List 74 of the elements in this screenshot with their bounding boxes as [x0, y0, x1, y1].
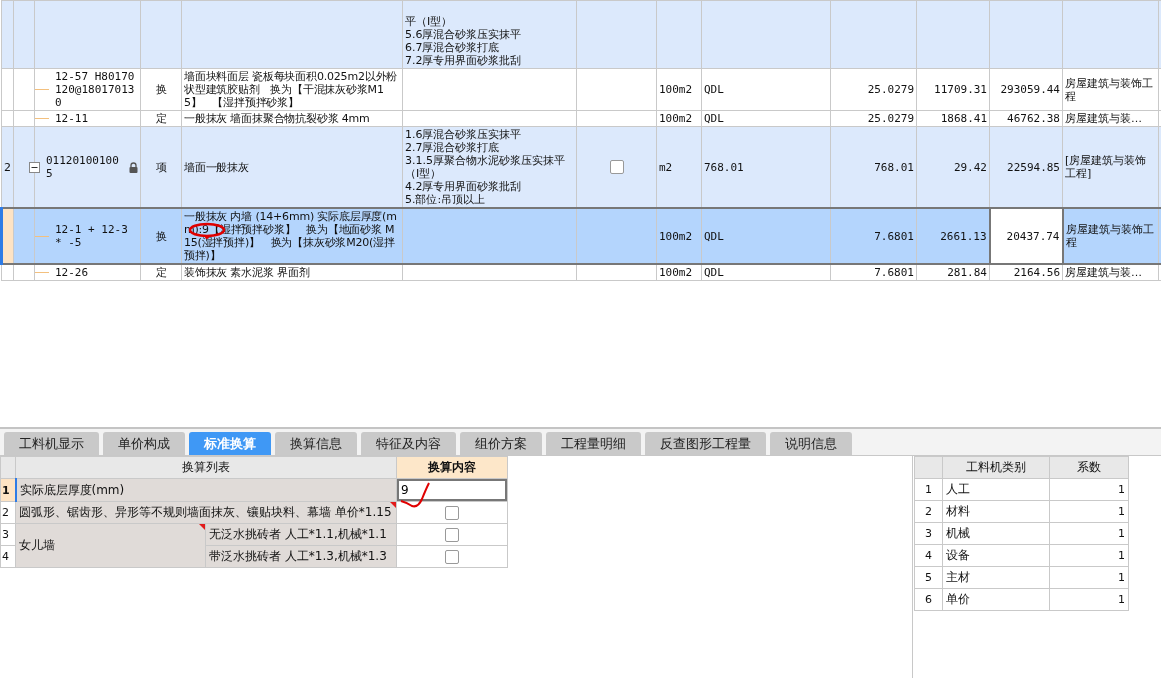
- item-code: 12-1 + 12-3 * -5: [34, 208, 141, 264]
- column-header: 换算内容: [396, 456, 508, 479]
- category-name: 单价: [942, 588, 1050, 611]
- quantity-expression: QDL: [701, 68, 831, 111]
- tab[interactable]: 说明信息: [770, 432, 852, 455]
- coefficient: 1: [1049, 544, 1129, 567]
- unit: 100m2: [656, 68, 702, 111]
- specialty: 房屋建筑与装饰工程: [1062, 208, 1159, 264]
- item-name: 墙面块料面层 瓷板每块面积0.025m2以外粉状型建筑胶贴剂 换为【干混抹灰砂浆M15】 【湿拌预拌砂浆】: [181, 68, 403, 111]
- tab[interactable]: 反查图形工程量: [645, 432, 766, 455]
- category-name: 设备: [942, 544, 1050, 567]
- coefficient: 1: [1049, 566, 1129, 589]
- tab[interactable]: 换算信息: [275, 432, 357, 455]
- row-label: 实际底层厚度(mm): [15, 478, 397, 502]
- category-name: 材料: [942, 500, 1050, 523]
- tab[interactable]: 特征及内容: [361, 432, 456, 455]
- row-number: 2: [1, 126, 14, 208]
- quantity: 7.6801: [830, 208, 917, 264]
- unit-price: 29.42: [916, 126, 990, 208]
- coefficient: 1: [1049, 588, 1129, 611]
- value-field[interactable]: 9: [397, 479, 507, 501]
- row-label: 无泛水挑砖者 人工*1.1,机械*1.1: [205, 523, 397, 546]
- row-number: 2: [914, 500, 943, 523]
- coefficient: 1: [1049, 500, 1129, 523]
- row-number: 1: [914, 478, 943, 501]
- collapse-icon[interactable]: [29, 161, 40, 173]
- tab[interactable]: 组价方案: [460, 432, 542, 455]
- row-label: 带泛水挑砖者 人工*1.3,机械*1.3: [205, 545, 397, 568]
- category-name: 机械: [942, 522, 1050, 545]
- unit: 100m2: [656, 208, 702, 264]
- checkbox[interactable]: [445, 549, 459, 564]
- row-number: 6: [914, 588, 943, 611]
- item-code: 011201001005: [46, 154, 120, 180]
- tab[interactable]: 单价构成: [103, 432, 185, 455]
- item-type: 项: [140, 126, 182, 208]
- column-header: 工料机类别: [942, 456, 1050, 479]
- coefficient: 1: [1049, 478, 1129, 501]
- total-price: 293059.44: [989, 68, 1063, 111]
- row-number: 3: [914, 522, 943, 545]
- item-type: 换: [140, 68, 182, 111]
- column-header: 系数: [1049, 456, 1129, 479]
- column-header: 换算列表: [15, 456, 397, 479]
- row-number: 5: [914, 566, 943, 589]
- category-name: 人工: [942, 478, 1050, 501]
- category-name: 主材: [942, 566, 1050, 589]
- row-number: 4: [914, 544, 943, 567]
- unit-price: 2661.13: [916, 208, 990, 264]
- coefficient: 1: [1049, 522, 1129, 545]
- specialty: [房屋建筑与装饰工程]: [1062, 126, 1159, 208]
- total-price: 20437.74: [989, 208, 1063, 264]
- row-label: 圆弧形、锯齿形、异形等不规则墙面抹灰、镶贴块料、幕墙 单价*1.15: [15, 501, 397, 524]
- row-label: 女儿墙: [15, 523, 206, 568]
- row-number: 1: [0, 478, 16, 502]
- tab[interactable]: 工料机显示: [4, 432, 99, 455]
- quantity: 768.01: [830, 126, 917, 208]
- item-name: 墙面一般抹灰: [181, 126, 403, 208]
- item-code: 12-57 H80170120@180170130: [34, 68, 141, 111]
- total-price: 22594.85: [989, 126, 1063, 208]
- tab[interactable]: 工程量明细: [546, 432, 641, 455]
- item-type: 换: [140, 208, 182, 264]
- specialty: 房屋建筑与装饰工程: [1062, 68, 1159, 111]
- row-number: 2: [0, 501, 16, 524]
- unit-price: 11709.31: [916, 68, 990, 111]
- quantity: 25.0279: [830, 68, 917, 111]
- quantity-expression: 768.01: [701, 126, 831, 208]
- checkbox[interactable]: [445, 527, 459, 542]
- checkbox[interactable]: [445, 505, 459, 520]
- quantity-expression: QDL: [701, 208, 831, 264]
- row-number: 4: [0, 545, 16, 568]
- unit: m2: [656, 126, 702, 208]
- checkbox[interactable]: [609, 160, 624, 174]
- row-number: 3: [0, 523, 16, 546]
- item-features: 1.6厚混合砂浆压实抹平 2.7厚混合砂浆打底 3.1.5厚聚合物水泥砂浆压实抹平（Ⅰ型） 4.2厚专用界面砂浆批刮 5.部位:吊顶以上: [405, 128, 566, 206]
- item-features: 平（Ⅰ型） 5.6厚混合砂浆压实抹平 6.7厚混合砂浆打底 7.2厚专用界面砂浆批刮: [405, 15, 523, 67]
